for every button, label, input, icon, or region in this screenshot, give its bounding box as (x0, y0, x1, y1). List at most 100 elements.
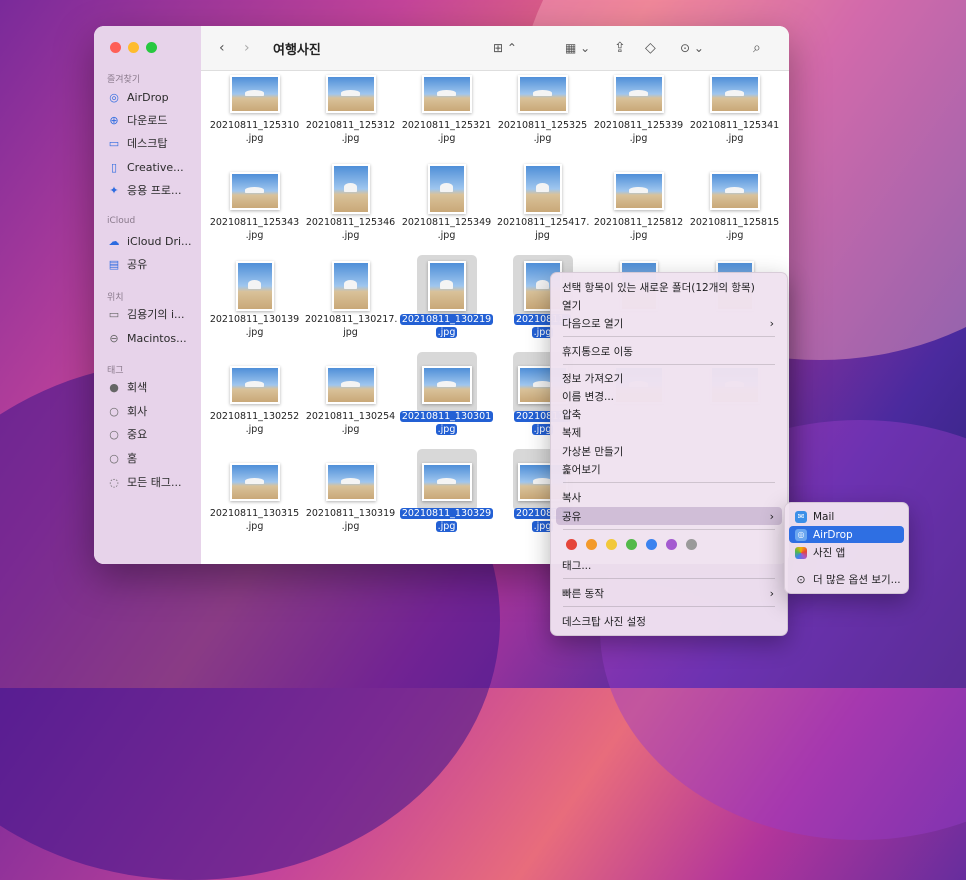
photo-thumbnail (421, 463, 472, 501)
forward-button[interactable]: › (244, 38, 250, 58)
file-name: 20210811_125341 (689, 120, 780, 131)
sidebar-item-macintosh-hd[interactable]: ⊖ Macintos... (107, 328, 197, 348)
file-item[interactable]: 20210811_130254 .jpg (303, 358, 398, 450)
file-extension: .jpg (725, 133, 744, 144)
file-item[interactable]: 20210811_130217. jpg (303, 261, 398, 353)
menu-separator (563, 529, 775, 530)
share-button[interactable]: ⇪ (614, 38, 626, 58)
tag-color-dot[interactable] (666, 539, 677, 550)
sidebar-item-airdrop[interactable]: ◎ AirDrop (107, 87, 197, 107)
sidebar-item-downloads[interactable]: ⊕ 다운로드 (107, 110, 197, 130)
share-item-mail[interactable]: ✉ Mail (789, 508, 904, 525)
menu-item-set-desktop-picture[interactable]: 데스크탑 사진 설정 (556, 612, 782, 630)
file-name: 20210811_125321 (401, 120, 492, 131)
sidebar-item-tag-home[interactable]: ○ 홈 (107, 448, 197, 468)
menu-item-quick-actions[interactable]: 빠른 동작 › (556, 584, 782, 602)
menu-separator (563, 606, 775, 607)
file-item[interactable]: 20210811_130301 .jpg (399, 352, 494, 450)
tag-button[interactable]: ◇ (645, 38, 656, 58)
file-item[interactable]: 20210811_125339 .jpg (591, 71, 686, 159)
tag-color-dot[interactable] (586, 539, 597, 550)
file-extension: .jpg (533, 133, 552, 144)
file-name: 20210811_125815 (689, 217, 780, 228)
minimize-window-button[interactable] (128, 42, 139, 53)
file-extension: .jpg (629, 133, 648, 144)
file-item[interactable]: 20210811_130139 .jpg (207, 261, 302, 353)
sidebar-item-icloud-drive[interactable]: ☁ iCloud Dri... (107, 231, 197, 251)
sidebar-item-desktop[interactable]: ▭ 데스크탑 (107, 133, 197, 153)
menu-item-share[interactable]: 공유 › (556, 507, 782, 525)
file-item[interactable]: 20210811_130252 .jpg (207, 358, 302, 450)
ellipsis-circle-icon: ⊙ ⌄ (680, 41, 704, 55)
file-item[interactable]: 20210811_125815 .jpg (687, 164, 782, 256)
file-item[interactable]: 20210811_125812 .jpg (591, 164, 686, 256)
menu-item-move-to-trash[interactable]: 휴지통으로 이동 (556, 342, 782, 360)
file-name: 20210811_125346 (305, 217, 396, 228)
share-item-airdrop[interactable]: ◎ AirDrop (789, 526, 904, 543)
sidebar-item-creative[interactable]: ▯ Creative... (107, 157, 197, 177)
menu-item-tags[interactable]: 태그... (556, 556, 782, 574)
sidebar-item-applications[interactable]: ✦ 응용 프로... (107, 180, 197, 200)
share-item-photos[interactable]: 사진 앱 (789, 544, 904, 561)
tag-color-dot[interactable] (566, 539, 577, 550)
sidebar-item-shared[interactable]: ▤ 공유 (107, 254, 197, 274)
tag-color-dot[interactable] (626, 539, 637, 550)
tag-color-dot[interactable] (606, 539, 617, 550)
file-extension: .jpg (437, 230, 456, 241)
sidebar-item-tag-important[interactable]: ○ 중요 (107, 424, 197, 444)
file-item[interactable]: 20210811_125417. jpg (495, 164, 590, 256)
group-list-icon: ▦ ⌄ (565, 41, 591, 55)
zoom-window-button[interactable] (146, 42, 157, 53)
menu-item-quick-look[interactable]: 훑어보기 (556, 460, 782, 478)
action-button[interactable]: ⊙ ⌄ (680, 38, 704, 58)
menu-separator (563, 482, 775, 483)
file-item[interactable]: 20210811_130319 .jpg (303, 455, 398, 547)
file-item[interactable]: 20210811_125349 .jpg (399, 164, 494, 256)
shared-folder-icon: ▤ (108, 257, 120, 271)
sidebar-item-tag-gray[interactable]: ● 회색 (107, 377, 197, 397)
menu-item-get-info[interactable]: 정보 가져오기 (556, 369, 782, 387)
file-item[interactable]: 20210811_130315 .jpg (207, 455, 302, 547)
photo-thumbnail (229, 75, 280, 113)
menu-item-open-with[interactable]: 다음으로 열기 › (556, 314, 782, 332)
close-window-button[interactable] (110, 42, 121, 53)
file-extension: .jpg (341, 230, 360, 241)
file-item[interactable]: 20210811_125312 .jpg (303, 71, 398, 159)
file-item[interactable]: 20210811_130219 .jpg (399, 255, 494, 353)
file-item[interactable]: 20210811_130329 .jpg (399, 449, 494, 547)
back-button[interactable]: ‹ (219, 38, 225, 58)
file-item[interactable]: 20210811_125310 .jpg (207, 71, 302, 159)
sidebar-item-computer[interactable]: ▭ 김용기의 i... (107, 304, 197, 324)
file-name: 20210811_130252 (209, 411, 300, 422)
file-item[interactable]: 20210811_125346 .jpg (303, 164, 398, 256)
view-mode-button[interactable]: ⊞ ⌃ (493, 38, 517, 58)
share-item-more-options[interactable]: ⊙ 더 많은 옵션 보기... (789, 571, 904, 588)
file-name: 20210811_125417. (497, 217, 590, 228)
tag-color-dot[interactable] (646, 539, 657, 550)
photo-thumbnail (421, 75, 472, 113)
menu-item-duplicate[interactable]: 복제 (556, 423, 782, 441)
sidebar-item-tag-work[interactable]: ○ 회사 (107, 401, 197, 421)
file-item[interactable]: 20210811_125343 .jpg (207, 164, 302, 256)
group-button[interactable]: ▦ ⌄ (565, 38, 590, 58)
window-title: 여행사진 (273, 43, 321, 58)
menu-item-open[interactable]: 열기 (556, 296, 782, 314)
sidebar-item-all-tags[interactable]: ◌ 모든 태그... (107, 472, 197, 492)
chevron-right-icon: › (769, 586, 774, 600)
search-button[interactable]: ⌕ (753, 38, 761, 58)
chevron-right-icon: › (769, 509, 774, 523)
photo-thumbnail (229, 463, 280, 501)
airdrop-icon: ◎ (109, 90, 119, 104)
file-extension: jpg (343, 327, 358, 338)
file-item[interactable]: 20210811_125325 .jpg (495, 71, 590, 159)
menu-item-make-alias[interactable]: 가상본 만들기 (556, 442, 782, 460)
menu-item-compress[interactable]: 압축 (556, 405, 782, 423)
menu-item-rename[interactable]: 이름 변경... (556, 387, 782, 405)
sidebar-section-locations: 위치 (107, 293, 124, 303)
photo-thumbnail (229, 172, 280, 210)
menu-item-new-folder-with-selection[interactable]: 선택 항목이 있는 새로운 폴더(12개의 항목) (556, 278, 782, 296)
file-item[interactable]: 20210811_125341 .jpg (687, 71, 782, 159)
tag-color-dot[interactable] (686, 539, 697, 550)
file-item[interactable]: 20210811_125321 .jpg (399, 71, 494, 159)
menu-item-copy[interactable]: 복사 (556, 488, 782, 506)
